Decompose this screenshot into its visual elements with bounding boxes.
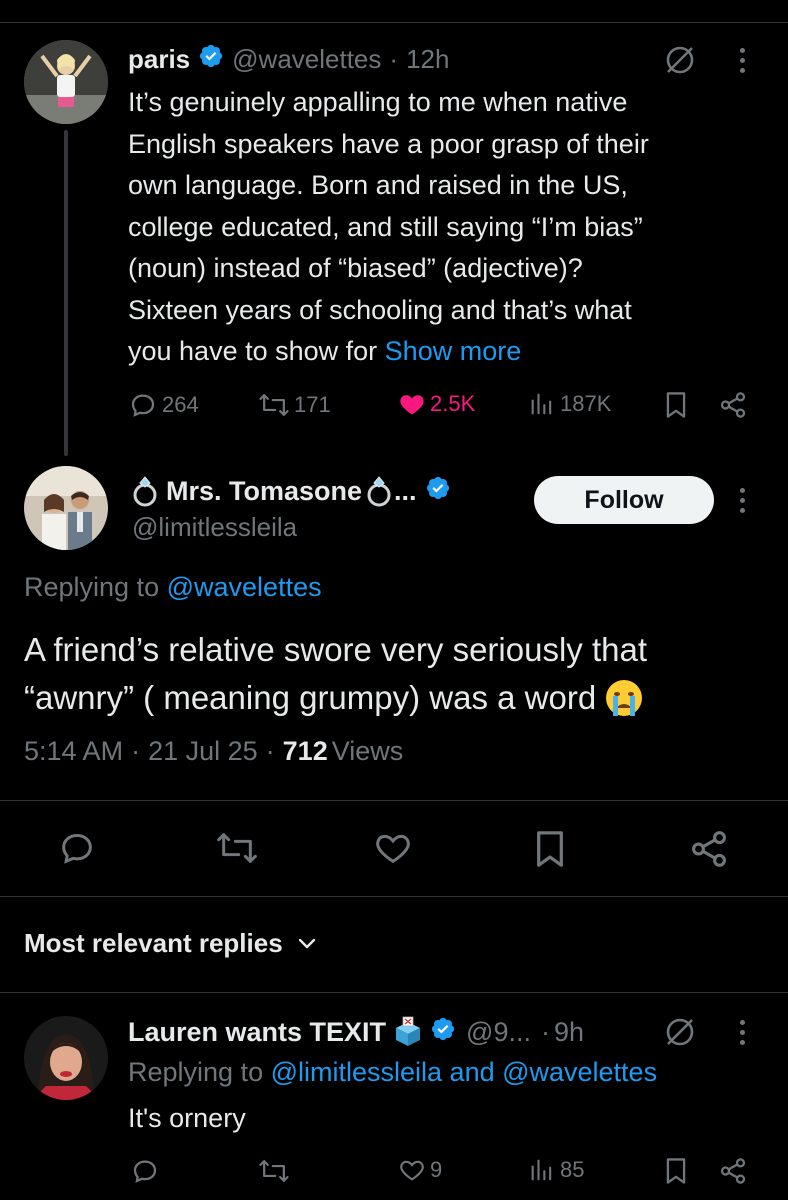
grok-icon[interactable] <box>664 44 696 76</box>
reply1-text: It's ornery <box>128 1103 246 1133</box>
chevron-down-icon <box>297 934 317 954</box>
like-icon[interactable] <box>372 828 414 868</box>
replying-prefix: Replying to <box>128 1057 264 1087</box>
top-divider <box>0 22 788 23</box>
reply-icon[interactable] <box>130 1156 160 1186</box>
replying-to-mentions[interactable]: @limitlessleila and @wavelettes <box>271 1057 657 1087</box>
tweet1-time[interactable]: 12h <box>406 44 449 75</box>
more-options-icon[interactable] <box>740 488 745 513</box>
verified-badge-icon <box>425 475 451 508</box>
avatar-lauren[interactable] <box>24 1016 108 1100</box>
divider <box>0 896 788 897</box>
ring-icon <box>364 475 394 507</box>
main-tweet-time: 5:14 AM <box>24 736 124 766</box>
tweet1-header: paris @wavelettes · 12h <box>128 42 449 76</box>
follow-button[interactable]: Follow <box>534 476 714 524</box>
reply-count: 264 <box>162 392 199 417</box>
views-button[interactable]: 187K <box>528 390 611 418</box>
tweet1-line: It’s genuinely appalling to me when nati… <box>128 87 628 117</box>
more-options-icon[interactable] <box>740 1020 745 1045</box>
main-views-label: Views <box>331 736 404 766</box>
main-author-row: Mrs. Tomasone ... <box>130 474 451 508</box>
verified-badge-icon <box>430 1016 456 1049</box>
show-more-link[interactable]: Show more <box>385 336 522 366</box>
like-count: 2.5K <box>430 391 476 416</box>
like-button[interactable]: 9 <box>398 1156 442 1184</box>
reply1-header: Lauren wants TEXIT @9... · 9h <box>128 1014 584 1050</box>
like-icon <box>398 1156 426 1184</box>
share-icon[interactable] <box>718 1156 748 1186</box>
main-replying-to: Replying to @wavelettes <box>24 572 322 603</box>
name-truncation-ellipsis: ... <box>394 475 417 506</box>
views-bar-chart-icon <box>528 390 556 418</box>
tweet1-line: college educated, and still saying “I’m … <box>128 211 643 242</box>
retweet-icon <box>258 390 290 420</box>
views-button[interactable]: 85 <box>528 1156 584 1184</box>
separator-dot: · <box>131 736 141 766</box>
retweet-icon[interactable] <box>258 1156 290 1186</box>
views-bar-chart-icon <box>528 1156 556 1184</box>
separator-dot: · <box>540 1016 550 1047</box>
tweet1-author-name[interactable]: paris <box>128 44 190 75</box>
tweet1-text: It’s genuinely appalling to me when nati… <box>128 82 768 373</box>
heart-filled-icon <box>398 390 426 418</box>
tweet1-line-last: you have to show for Show more <box>128 331 768 373</box>
reply1-handle[interactable]: @9... <box>466 1017 531 1048</box>
main-tweet-meta: 5:14 AM · 21 Jul 25 · 712 Views <box>24 736 403 767</box>
main-author-handle[interactable]: @limitlessleila <box>132 512 297 543</box>
replies-sort-dropdown[interactable]: Most relevant replies <box>24 928 317 959</box>
verified-badge-icon <box>198 43 224 76</box>
retweet-count: 171 <box>294 392 331 417</box>
separator-dot: · <box>265 736 275 766</box>
avatar-limitlessleila[interactable] <box>24 466 108 550</box>
bookmark-icon[interactable] <box>662 390 690 420</box>
main-tweet-line: “awnry” ( meaning grumpy) was a word <box>24 679 597 716</box>
grok-icon[interactable] <box>664 1016 696 1048</box>
avatar-paris[interactable] <box>24 40 108 124</box>
more-options-icon[interactable] <box>740 48 745 73</box>
main-tweet-date: 21 Jul 25 <box>148 736 258 766</box>
reply1-replying-to: Replying to @limitlessleila and @wavelet… <box>128 1057 657 1088</box>
like-button[interactable]: 2.5K <box>398 390 475 418</box>
replying-prefix: Replying to <box>24 572 160 602</box>
tweet1-line: you have to show for <box>128 336 378 366</box>
tweet1-line: own language. Born and raised in the US, <box>128 170 628 200</box>
reply1-time[interactable]: 9h <box>554 1017 584 1048</box>
reply-button[interactable]: 264 <box>128 390 199 420</box>
main-views-count: 712 <box>282 736 328 766</box>
reply-icon[interactable] <box>56 828 98 868</box>
views-count: 85 <box>560 1157 585 1182</box>
divider <box>0 992 788 993</box>
main-tweet-text: A friend’s relative swore very seriously… <box>24 626 774 722</box>
retweet-icon[interactable] <box>214 828 260 868</box>
main-author-name[interactable]: Mrs. Tomasone <box>166 476 362 507</box>
like-count: 9 <box>430 1157 443 1182</box>
replies-sort-label: Most relevant replies <box>24 928 283 958</box>
tweet1-handle[interactable]: @wavelettes <box>232 44 381 75</box>
reply1-author-name[interactable]: Lauren wants TEXIT <box>128 1017 386 1048</box>
ballot-box-emoji-icon <box>392 1016 424 1048</box>
tweet1-line: (noun) instead of “biased” (adjective)? <box>128 253 583 283</box>
share-icon[interactable] <box>718 390 748 420</box>
views-count: 187K <box>560 391 612 416</box>
replying-to-mention[interactable]: @wavelettes <box>167 572 322 602</box>
ring-icon <box>130 475 160 507</box>
divider <box>0 800 788 801</box>
bookmark-icon[interactable] <box>662 1156 690 1186</box>
tweet1-line: English speakers have a poor grasp of th… <box>128 128 649 159</box>
bookmark-icon[interactable] <box>530 828 570 870</box>
retweet-button[interactable]: 171 <box>258 390 331 420</box>
tweet1-line: Sixteen years of schooling and that’s wh… <box>128 294 632 325</box>
crying-face-emoji-icon <box>604 678 644 718</box>
thread-connector-line <box>64 130 68 456</box>
main-tweet-line: A friend’s relative swore very seriously… <box>24 631 647 668</box>
main-tweet-line-last: “awnry” ( meaning grumpy) was a word <box>24 674 774 722</box>
reply-icon <box>128 390 158 420</box>
share-icon[interactable] <box>688 828 730 870</box>
separator-dot: · <box>389 43 399 74</box>
